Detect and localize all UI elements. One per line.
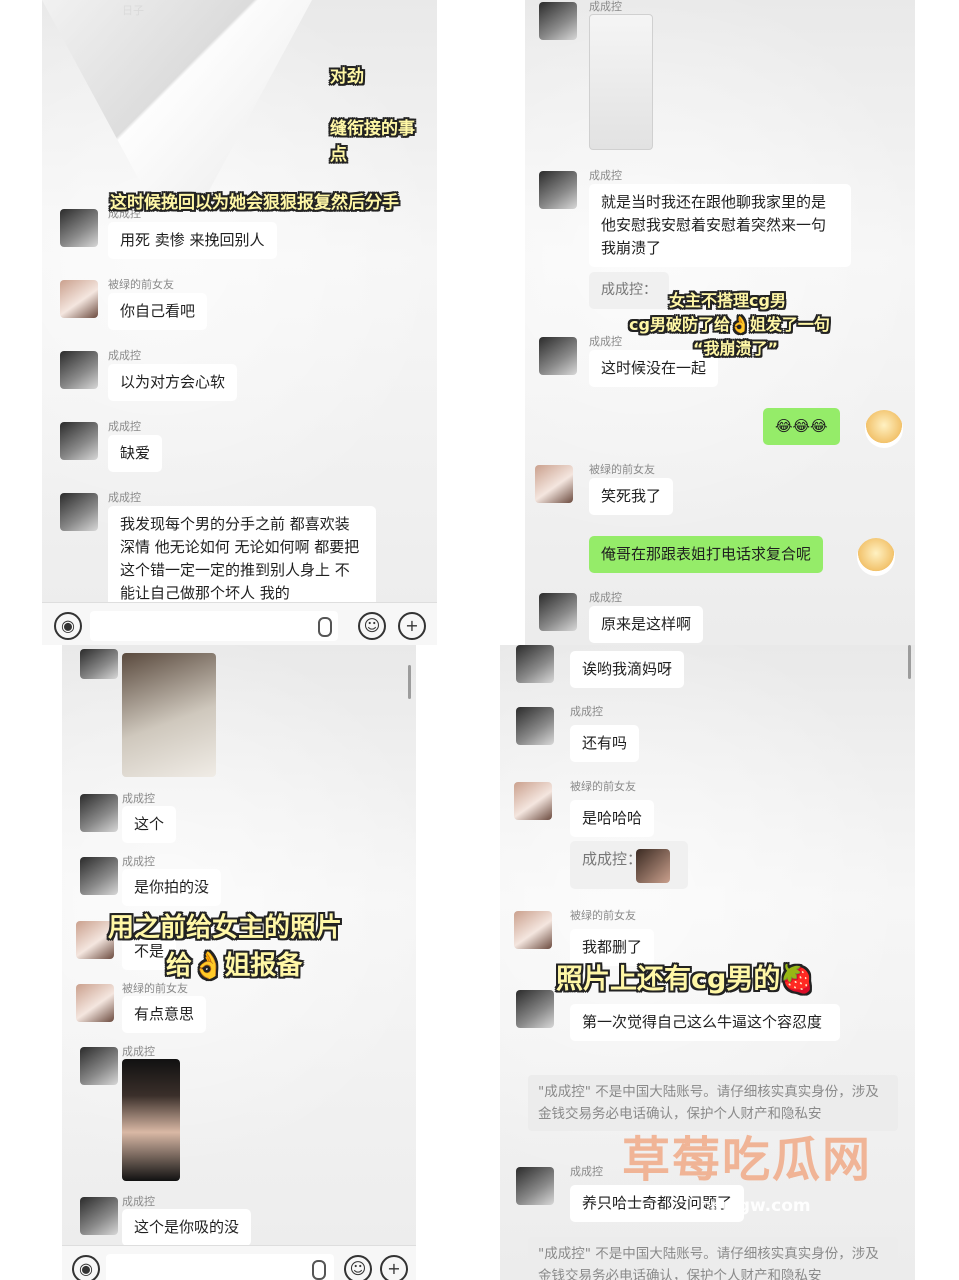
caption-line: 照片上还有cg男的🍓 (556, 964, 814, 995)
plus-icon[interactable]: + (380, 1255, 408, 1280)
message-bubble[interactable]: 诶哟我滴妈呀 (570, 651, 685, 688)
message-bubble[interactable]: 以为对方会心软 (108, 364, 238, 401)
sender-name: 成成控 (570, 1165, 603, 1178)
photo-image[interactable] (122, 653, 216, 777)
avatar[interactable] (535, 465, 573, 503)
message-input[interactable] (90, 611, 338, 641)
sender-name: 成成控 (108, 349, 141, 362)
sender-name: 被绿的前女友 (570, 780, 636, 793)
avatar[interactable] (60, 351, 98, 389)
avatar[interactable] (80, 794, 118, 832)
watermark-url: cmcgw.com (700, 1196, 811, 1216)
message-bubble[interactable]: 还有吗 (570, 725, 640, 762)
emoji-icon[interactable]: ☺ (358, 612, 386, 640)
avatar[interactable] (516, 1167, 554, 1205)
quote-thumbnail[interactable] (636, 849, 670, 883)
avatar[interactable] (60, 493, 98, 531)
avatar[interactable] (516, 707, 554, 745)
watermark-text: 草莓吃瓜网 (622, 1132, 873, 1188)
avatar[interactable] (60, 209, 98, 247)
sender-name: 成成控 (589, 591, 622, 604)
avatar[interactable] (514, 782, 552, 820)
sender-name: 成成控 (589, 335, 622, 348)
quote-bubble[interactable]: 成成控： (589, 272, 669, 309)
message-bubble[interactable]: 俺哥在那跟表姐打电话求复合呢 (589, 536, 824, 573)
message-bubble[interactable]: 用死 卖惨 来挽回别人 (108, 222, 277, 259)
avatar[interactable] (80, 649, 118, 679)
sender-name: 被绿的前女友 (589, 463, 655, 476)
microphone-icon[interactable] (318, 617, 332, 637)
message-bubble[interactable]: 原来是这样啊 (589, 606, 704, 643)
avatar[interactable] (539, 171, 577, 209)
message-bubble[interactable]: 有点意思 (122, 996, 207, 1033)
screenshot-image[interactable] (589, 14, 653, 150)
message-input[interactable] (106, 1254, 334, 1280)
sender-name: 成成控 (122, 1195, 155, 1208)
chat-panel-top-right: 成成控 成成控 就是当时我还在跟他聊我家里的是 他安慰我安慰着安慰着突然来一句 … (525, 0, 915, 645)
message-bubble[interactable]: 笑死我了 (589, 478, 674, 515)
scrollbar[interactable] (908, 645, 911, 679)
avatar[interactable] (516, 990, 554, 1028)
voice-icon[interactable]: ◉ (72, 1255, 100, 1280)
sender-name: 成成控 (589, 0, 622, 13)
sender-name: 成成控 (108, 420, 141, 433)
avatar[interactable] (80, 1197, 118, 1235)
avatar[interactable] (60, 422, 98, 460)
avatar[interactable] (857, 538, 895, 576)
sender-name: 成成控 (122, 855, 155, 868)
caption-line: 女主不搭理cg男 (669, 291, 786, 310)
avatar[interactable] (80, 857, 118, 895)
emoji-icon[interactable]: ☺ (344, 1255, 372, 1280)
avatar[interactable] (76, 984, 114, 1022)
sender-name: 被绿的前女友 (570, 909, 636, 922)
photo-image[interactable] (122, 1059, 180, 1181)
message-bubble[interactable]: 你自己看吧 (108, 293, 208, 330)
sender-name: 成成控 (108, 491, 141, 504)
quote-bubble[interactable]: 成成控： (570, 841, 688, 889)
avatar[interactable] (539, 337, 577, 375)
sticker-image (42, 0, 312, 200)
caption-line: 用之前给女主的照片 (108, 913, 343, 943)
message-bubble[interactable]: 缺爱 (108, 435, 163, 472)
caption-line: “我崩溃了” (693, 339, 779, 358)
sender-name: 成成控 (589, 169, 622, 182)
voice-icon[interactable]: ◉ (54, 612, 82, 640)
sender-name: 成成控 (570, 705, 603, 718)
avatar[interactable] (865, 410, 903, 448)
chat-panel-top-left: 日子 成成控 用死 卖惨 来挽回别人 被绿的前女友 你自己看吧 成成控 以为对方… (42, 0, 437, 645)
sender-name: 被绿的前女友 (122, 982, 188, 995)
sender-name: 成成控 (122, 792, 155, 805)
caption-line: 这时候挽回以为她会狠狠报复然后分手 (110, 193, 399, 213)
sender-name: 被绿的前女友 (108, 278, 174, 291)
message-bubble[interactable]: 第一次觉得自己这么牛逼这个容忍度 (570, 1004, 840, 1041)
plus-icon[interactable]: + (398, 612, 426, 640)
caption-line: 点 (330, 145, 347, 165)
message-bubble[interactable]: 是你拍的没 (122, 869, 222, 906)
chat-input-bar: ◉ ☺ + (62, 1245, 416, 1280)
avatar[interactable] (60, 280, 98, 318)
microphone-icon[interactable] (312, 1260, 326, 1280)
avatar[interactable] (539, 2, 577, 40)
message-bubble[interactable]: 这个是你吸的没 (122, 1209, 252, 1246)
avatar[interactable] (539, 593, 577, 631)
avatar[interactable] (514, 911, 552, 949)
caption-line: cg男破防了给👌姐发了一句 (629, 315, 830, 334)
message-bubble[interactable]: 是哈哈哈 (570, 800, 655, 837)
sender-name: 成成控 (122, 1045, 155, 1058)
message-bubble[interactable]: 这个 (122, 806, 177, 843)
security-notice: "成成控" 不是中国大陆账号。请仔细核实真实身份，涉及金钱交易务必电话确认，保护… (528, 1237, 898, 1280)
message-bubble[interactable]: 我发现每个男的分手之前 都喜欢装深情 他无论如何 无论如何啊 都要把这个错一定一… (108, 506, 376, 612)
message-bubble[interactable]: 就是当时我还在跟他聊我家里的是 他安慰我安慰着安慰着突然来一句 我崩溃了 (589, 184, 851, 267)
caption-line: 缝衔接的事 (330, 119, 415, 139)
chat-panel-bottom-left: 成成控 这个 成成控 是你拍的没 不是 被绿的前女友 有点意思 成成控 成成控 … (62, 645, 416, 1280)
caption-line: 对劲 (330, 67, 364, 87)
message-bubble[interactable]: 😂😂😂 (763, 408, 840, 445)
chat-input-bar: ◉ ☺ + (42, 602, 437, 645)
avatar[interactable] (80, 1047, 118, 1085)
scrollbar[interactable] (408, 665, 411, 699)
caption-line: 给👌姐报备 (166, 951, 303, 981)
avatar[interactable] (516, 645, 554, 683)
